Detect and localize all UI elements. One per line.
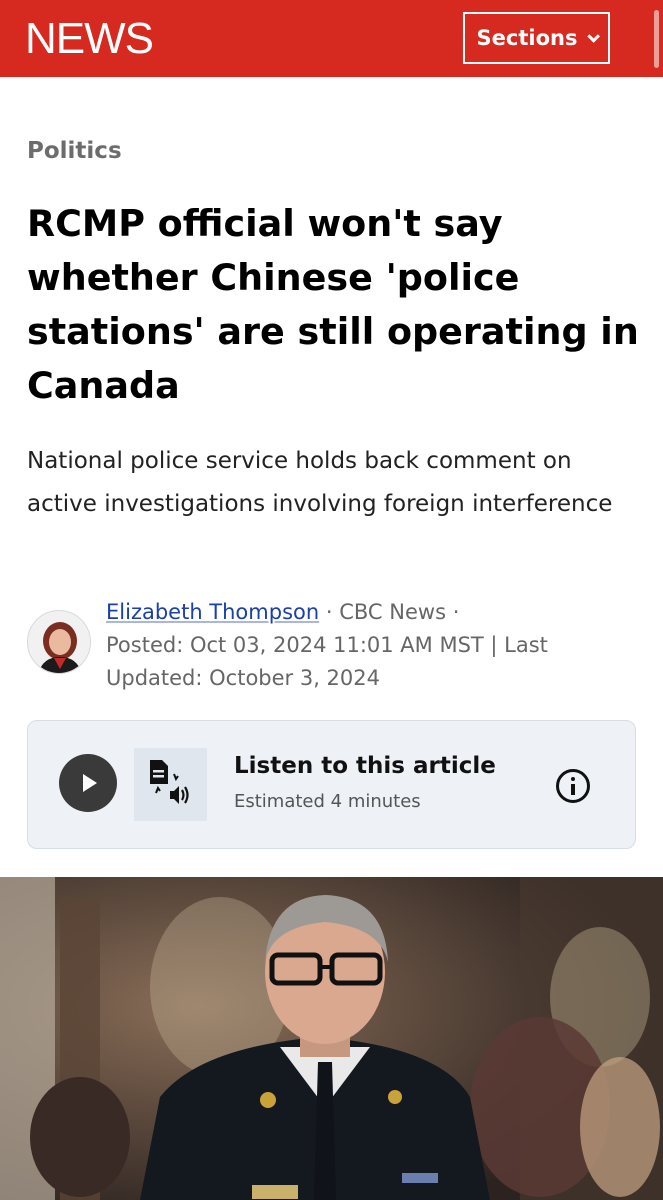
article-hero-image[interactable] <box>0 877 663 1200</box>
listen-duration: Estimated 4 minutes <box>234 791 421 812</box>
outlet-name: CBC News <box>339 600 447 624</box>
rcmp-official-photo <box>0 877 663 1200</box>
byline-separator: · <box>325 600 333 624</box>
sections-button[interactable]: Sections <box>463 12 610 64</box>
chevron-down-icon <box>587 29 601 43</box>
play-button[interactable] <box>59 754 117 812</box>
author-link[interactable]: Elizabeth Thompson <box>106 600 319 624</box>
news-logo[interactable]: NEWS <box>25 14 154 64</box>
info-icon[interactable] <box>556 769 590 803</box>
scrollbar[interactable] <box>654 10 659 68</box>
byline: Elizabeth Thompson · CBC News · Posted: … <box>106 596 636 695</box>
posted-date: Posted: Oct 03, 2024 11:01 AM MST | Last… <box>106 633 548 690</box>
byline-separator-2: · <box>452 600 460 624</box>
sections-label: Sections <box>476 26 578 50</box>
document-audio-icon <box>134 748 207 821</box>
listen-title: Listen to this article <box>234 753 496 779</box>
article-category[interactable]: Politics <box>27 138 122 164</box>
listen-to-article-panel: Listen to this article Estimated 4 minut… <box>27 720 636 849</box>
site-header: NEWS Sections <box>0 0 663 77</box>
author-avatar[interactable] <box>27 610 91 674</box>
article-subheadline: National police service holds back comme… <box>27 448 613 517</box>
author-photo <box>28 611 90 673</box>
article-headline: RCMP official won't say whether Chinese … <box>27 202 639 407</box>
